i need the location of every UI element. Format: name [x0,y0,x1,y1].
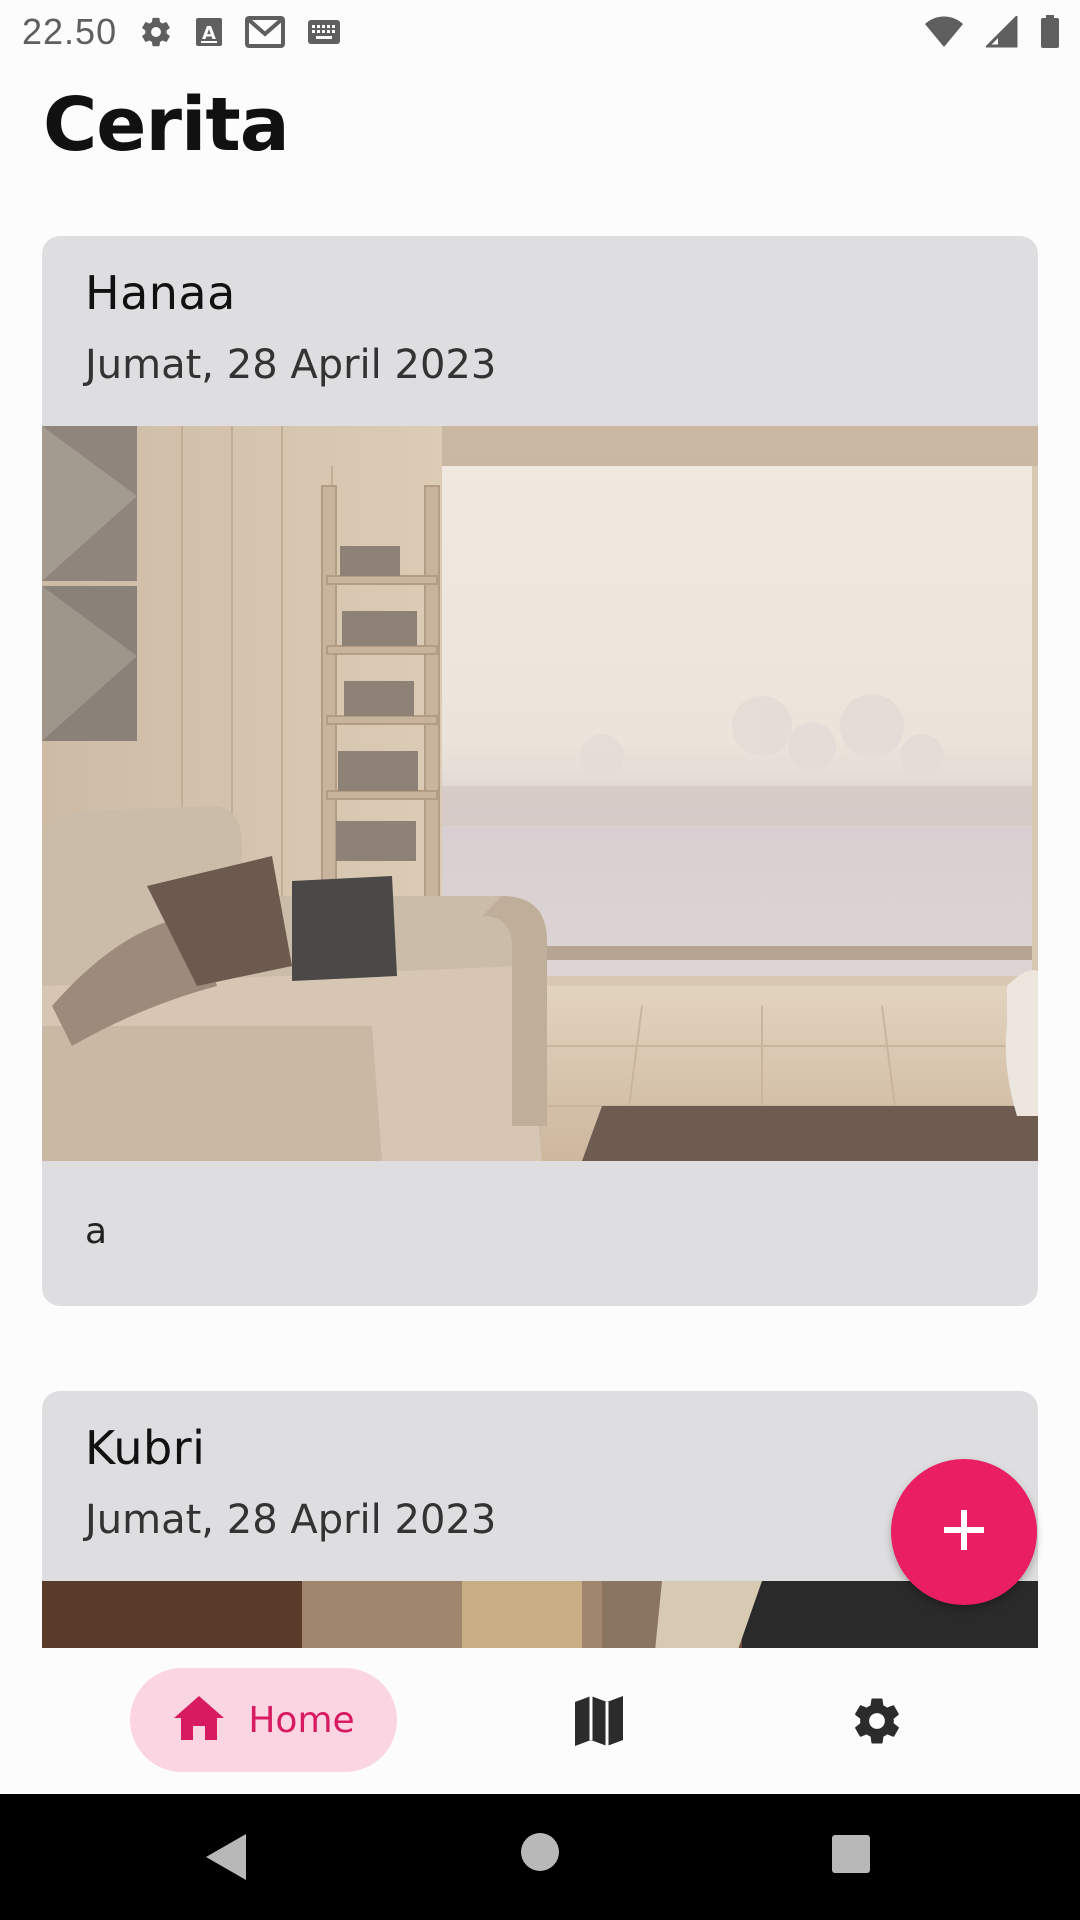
nav-home[interactable]: Home [130,1668,397,1772]
story-description: a [85,1211,108,1252]
back-button[interactable] [204,1832,248,1886]
story-card[interactable]: Hanaa Jumat, 28 April 2023 a [42,236,1038,1306]
nav-home-label: Home [248,1699,355,1741]
nav-map[interactable] [572,1694,626,1752]
story-feed[interactable]: Cerita Hanaa Jumat, 28 April 2023 a Kubr… [0,0,1080,1648]
home-circle-icon [520,1833,560,1876]
page-title: Cerita [43,82,290,168]
back-triangle-icon [204,1834,248,1886]
story-author: Kubri [85,1421,206,1475]
story-author: Hanaa [85,266,236,320]
bottom-navigation: Home [0,1648,1080,1794]
recent-square-icon [831,1835,871,1878]
story-card[interactable]: Kubri Jumat, 28 April 2023 [42,1391,1038,1648]
story-date: Jumat, 28 April 2023 [85,342,497,388]
settings-icon [850,1698,904,1752]
plus-icon [942,1508,986,1556]
story-image [42,1581,1038,1648]
nav-settings[interactable] [850,1694,904,1752]
home-button[interactable] [520,1832,560,1876]
map-icon [572,1696,626,1752]
add-story-button[interactable] [891,1459,1037,1605]
recent-apps-button[interactable] [831,1834,871,1878]
story-date: Jumat, 28 April 2023 [85,1497,497,1543]
story-image [42,426,1038,1161]
home-icon [172,1694,226,1746]
system-navigation-bar [0,1794,1080,1920]
